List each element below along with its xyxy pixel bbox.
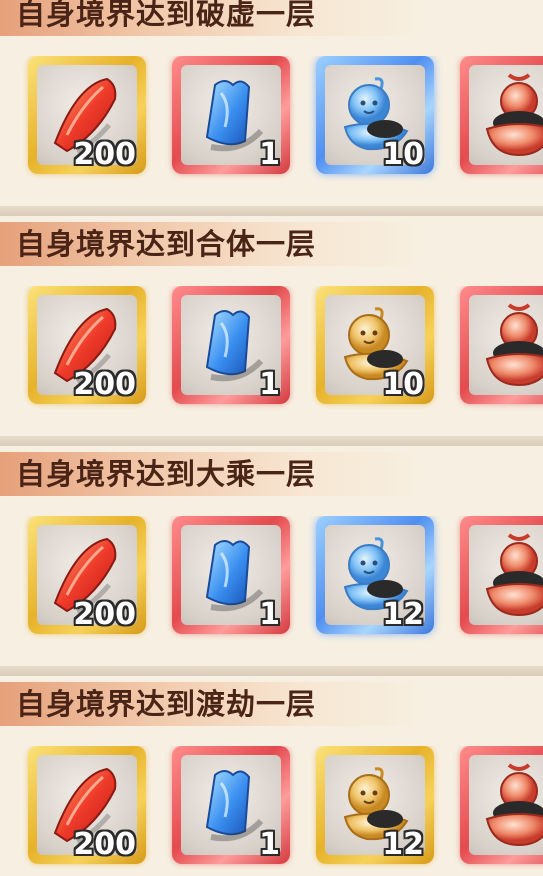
item-quantity: 1 (259, 137, 280, 172)
reward-item-slot[interactable] (460, 56, 543, 174)
item-quantity: 12 (382, 827, 424, 862)
reward-item-slot[interactable]: 200 (28, 746, 146, 864)
item-quantity: 12 (382, 597, 424, 632)
item-icon-frame (469, 295, 543, 395)
item-quantity: 1 (259, 367, 280, 402)
reward-item-slot[interactable]: 200 (28, 286, 146, 404)
reward-item-row: 200 1 10 (0, 286, 543, 416)
section-divider (0, 206, 543, 216)
reward-item-slot[interactable] (460, 286, 543, 404)
red-treasure-pouch-icon (469, 65, 543, 165)
reward-section-header: 自身境界达到渡劫一层 (0, 682, 430, 726)
reward-item-slot[interactable]: 1 (172, 56, 290, 174)
item-icon-frame (469, 525, 543, 625)
reward-item-slot[interactable]: 1 (172, 746, 290, 864)
item-quantity: 200 (73, 137, 136, 172)
item-icon-frame (469, 755, 543, 855)
reward-item-slot[interactable]: 12 (316, 516, 434, 634)
reward-item-slot[interactable]: 200 (28, 56, 146, 174)
reward-item-row: 200 1 10 (0, 56, 543, 186)
reward-item-slot[interactable] (460, 746, 543, 864)
reward-item-slot[interactable]: 1 (172, 516, 290, 634)
reward-item-row: 200 1 12 (0, 516, 543, 646)
reward-section-header: 自身境界达到合体一层 (0, 222, 430, 266)
reward-item-slot[interactable]: 10 (316, 286, 434, 404)
reward-section-header: 自身境界达到大乘一层 (0, 452, 430, 496)
red-treasure-pouch-icon (469, 755, 543, 855)
item-quantity: 200 (73, 827, 136, 862)
item-quantity: 1 (259, 597, 280, 632)
section-divider (0, 436, 543, 446)
red-treasure-pouch-icon (469, 525, 543, 625)
reward-condition-title: 自身境界达到渡劫一层 (16, 687, 317, 721)
reward-item-slot[interactable]: 12 (316, 746, 434, 864)
reward-item-slot[interactable]: 10 (316, 56, 434, 174)
item-quantity: 200 (73, 597, 136, 632)
item-quantity: 10 (382, 137, 424, 172)
reward-item-slot[interactable]: 1 (172, 286, 290, 404)
reward-condition-title: 自身境界达到合体一层 (16, 227, 317, 261)
red-treasure-pouch-icon (469, 295, 543, 395)
reward-condition-title: 自身境界达到破虚一层 (16, 0, 317, 31)
item-quantity: 1 (259, 827, 280, 862)
item-icon-frame (469, 65, 543, 165)
reward-item-row: 200 1 12 (0, 746, 543, 876)
item-quantity: 200 (73, 367, 136, 402)
section-divider (0, 666, 543, 676)
item-quantity: 10 (382, 367, 424, 402)
reward-item-slot[interactable]: 200 (28, 516, 146, 634)
reward-section-header: 自身境界达到破虚一层 (0, 0, 430, 36)
reward-condition-title: 自身境界达到大乘一层 (16, 457, 317, 491)
reward-item-slot[interactable] (460, 516, 543, 634)
